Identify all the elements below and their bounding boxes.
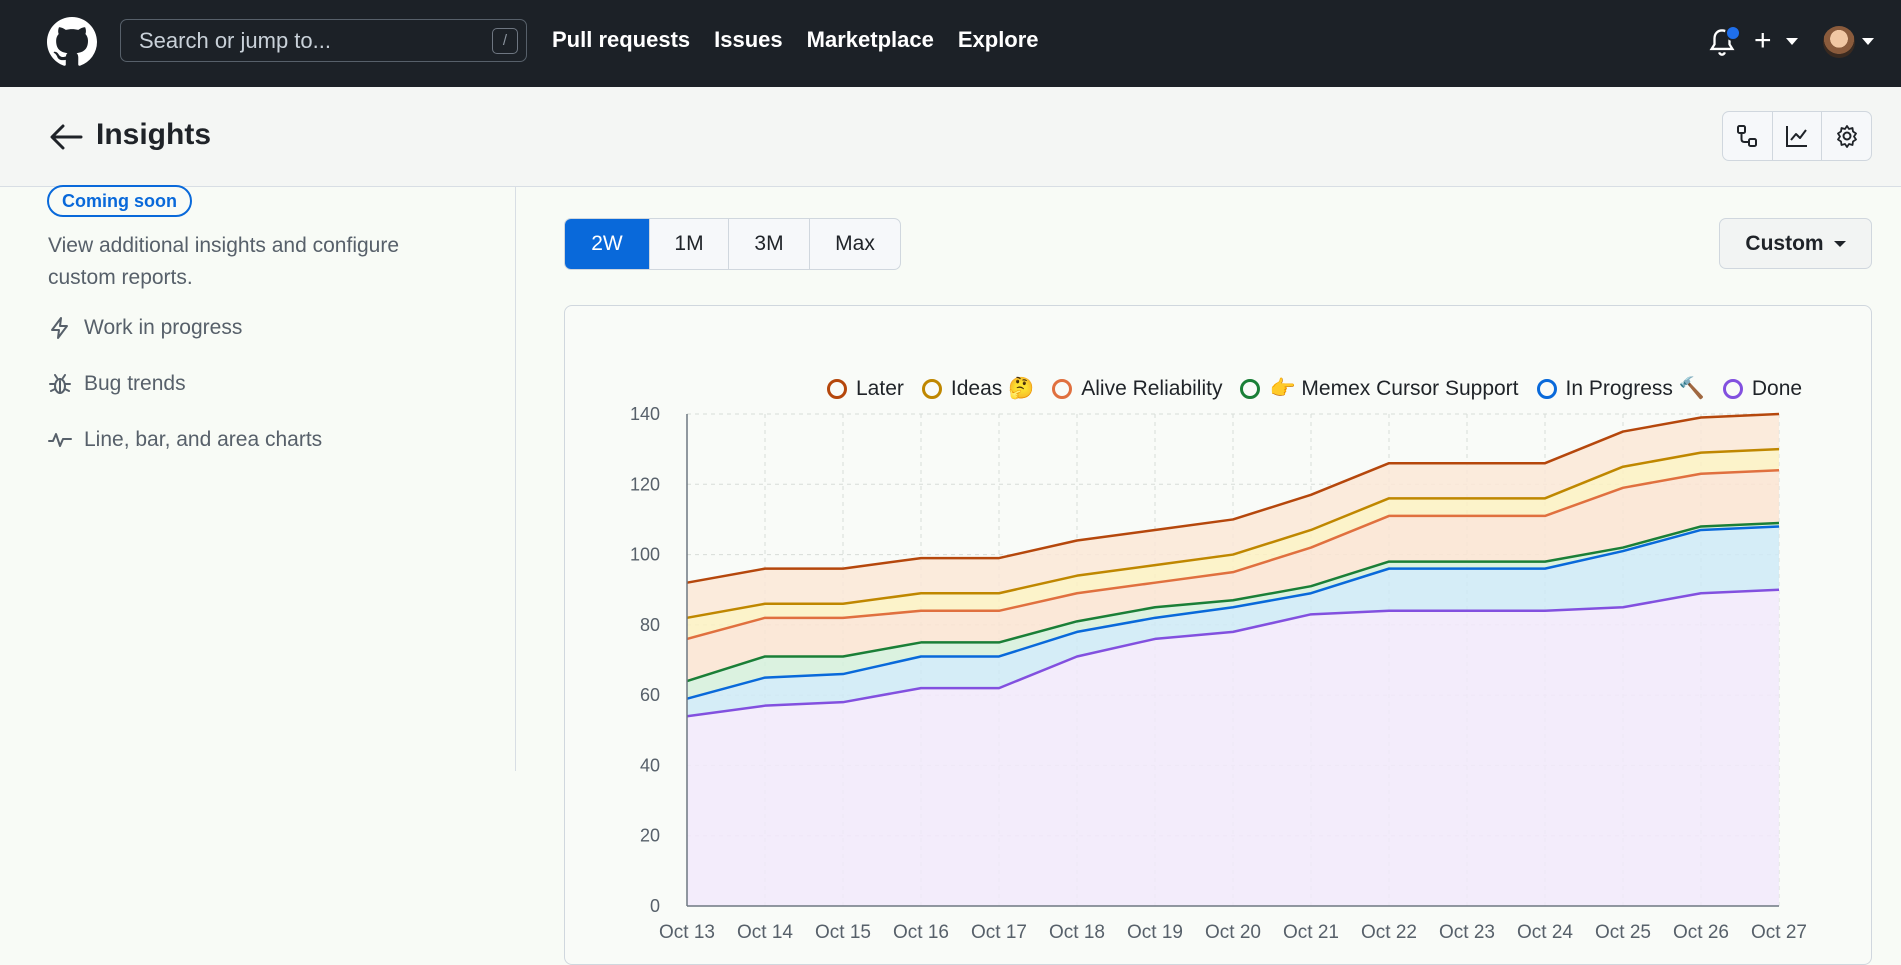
stacked-area-chart: 0 20 40 60 80 100 120 140 Oct 13 Oct 14 Oct 15 Oct … (630, 404, 1807, 943)
y-tick-label: 60 (640, 685, 660, 705)
x-tick-label: Oct 17 (971, 922, 1027, 943)
x-tick-label: Oct 21 (1283, 922, 1339, 943)
x-tick-label: Oct 15 (815, 922, 871, 943)
y-tick-label: 0 (650, 896, 660, 916)
x-tick-label: Oct 26 (1673, 922, 1729, 943)
x-tick-label: Oct 16 (893, 922, 949, 943)
x-tick-label: Oct 20 (1205, 922, 1261, 943)
x-tick-label: Oct 23 (1439, 922, 1495, 943)
x-tick-label: Oct 27 (1751, 922, 1807, 943)
y-tick-label: 100 (630, 545, 660, 565)
x-tick-label: Oct 24 (1517, 922, 1573, 943)
x-tick-label: Oct 22 (1361, 922, 1417, 943)
x-tick-label: Oct 25 (1595, 922, 1651, 943)
y-tick-label: 40 (640, 755, 660, 775)
x-tick-label: Oct 18 (1049, 922, 1105, 943)
x-tick-label: Oct 13 (659, 922, 715, 943)
x-tick-label: Oct 14 (737, 922, 793, 943)
x-tick-label: Oct 19 (1127, 922, 1183, 943)
y-tick-label: 120 (630, 474, 660, 494)
y-tick-label: 140 (630, 404, 660, 424)
y-tick-label: 80 (640, 615, 660, 635)
y-tick-label: 20 (640, 826, 660, 846)
